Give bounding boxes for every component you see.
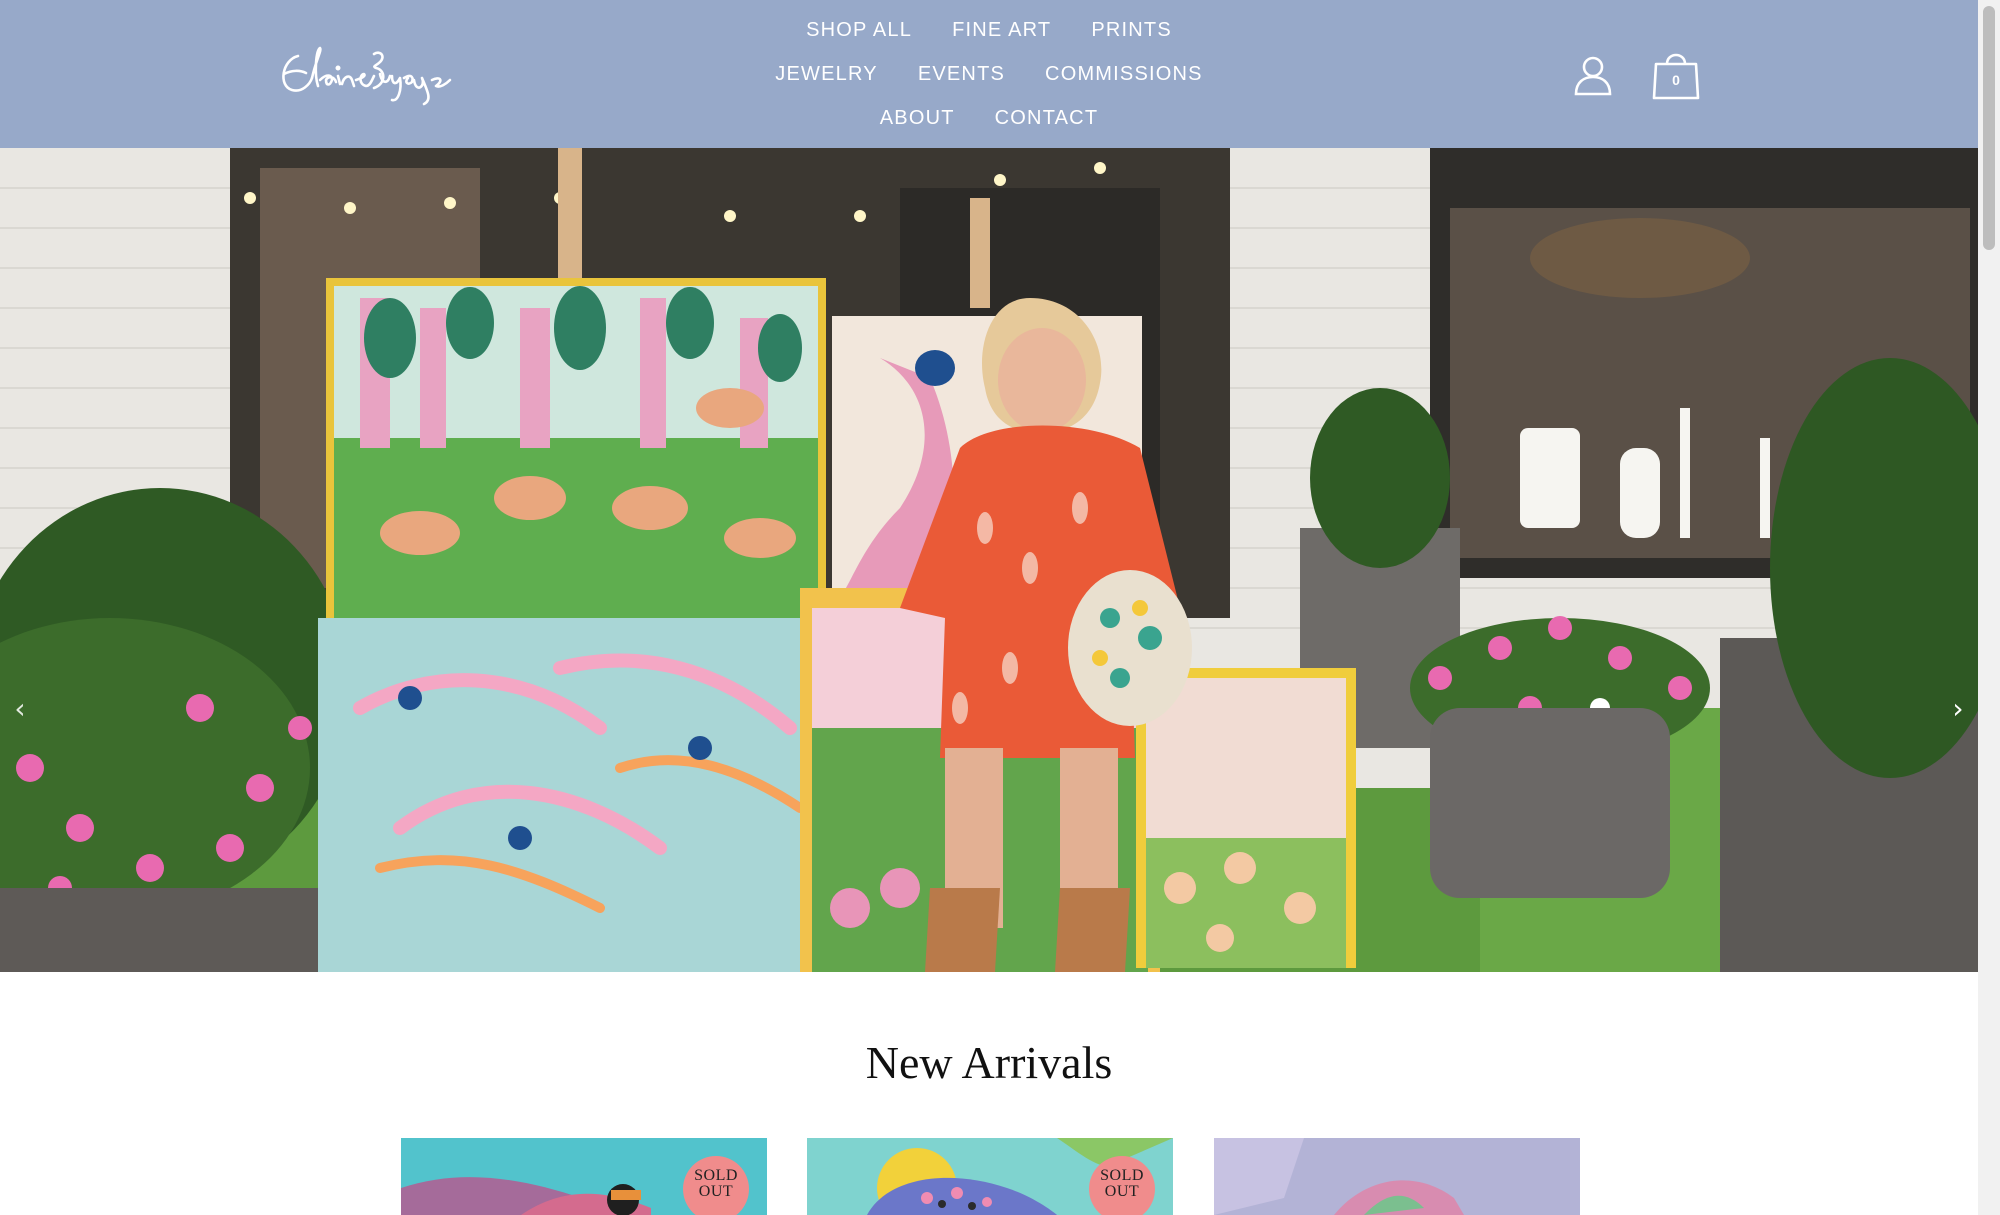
slide-next-arrow[interactable]: › (1944, 688, 1972, 728)
nav-row-3: ABOUT CONTACT (880, 100, 1098, 136)
nav-about[interactable]: ABOUT (880, 107, 955, 130)
badge-line-1: SOLD (1100, 1167, 1144, 1184)
nav-row-1: SHOP ALL FINE ART PRINTS (806, 12, 1172, 48)
shopping-bag-icon[interactable]: 0 (1652, 46, 1700, 102)
slide-prev-arrow[interactable]: ‹ (6, 688, 34, 728)
product-card[interactable] (1214, 1138, 1580, 1215)
nav-events[interactable]: EVENTS (918, 63, 1005, 86)
nav-prints[interactable]: PRINTS (1091, 19, 1172, 42)
badge-line-1: SOLD (694, 1167, 738, 1184)
product-card[interactable]: SOLD OUT (807, 1138, 1173, 1215)
logo[interactable]: elaine bridge (276, 40, 460, 110)
nav-row-2: JEWELRY EVENTS COMMISSIONS (775, 56, 1202, 92)
hero-slideshow: ‹ › (0, 148, 1978, 972)
page-scrollbar[interactable] (1978, 0, 2000, 1215)
hero-image (0, 148, 1978, 972)
logo-signature (282, 46, 452, 106)
nav-shop-all[interactable]: SHOP ALL (806, 19, 912, 42)
badge-line-2: OUT (698, 1183, 734, 1200)
cart-count: 0 (1672, 72, 1680, 88)
nav-jewelry[interactable]: JEWELRY (775, 63, 878, 86)
product-card[interactable]: SOLD OUT (401, 1138, 767, 1215)
main-nav: SHOP ALL FINE ART PRINTS JEWELRY EVENTS … (700, 12, 1278, 136)
badge-line-2: OUT (1104, 1183, 1140, 1200)
scrollbar-thumb[interactable] (1983, 6, 1995, 250)
sold-out-badge: SOLD OUT (1089, 1156, 1155, 1215)
new-arrivals-title: New Arrivals (865, 1037, 1113, 1088)
user-icon[interactable] (1572, 54, 1614, 96)
sold-out-badge: SOLD OUT (683, 1156, 749, 1215)
product-thumbnail (1214, 1138, 1580, 1215)
nav-fine-art[interactable]: FINE ART (952, 19, 1051, 42)
nav-commissions[interactable]: COMMISSIONS (1045, 63, 1203, 86)
site-header: elaine bridge SHOP ALL FINE ART PRINTS J… (0, 0, 1978, 148)
nav-contact[interactable]: CONTACT (995, 107, 1099, 130)
